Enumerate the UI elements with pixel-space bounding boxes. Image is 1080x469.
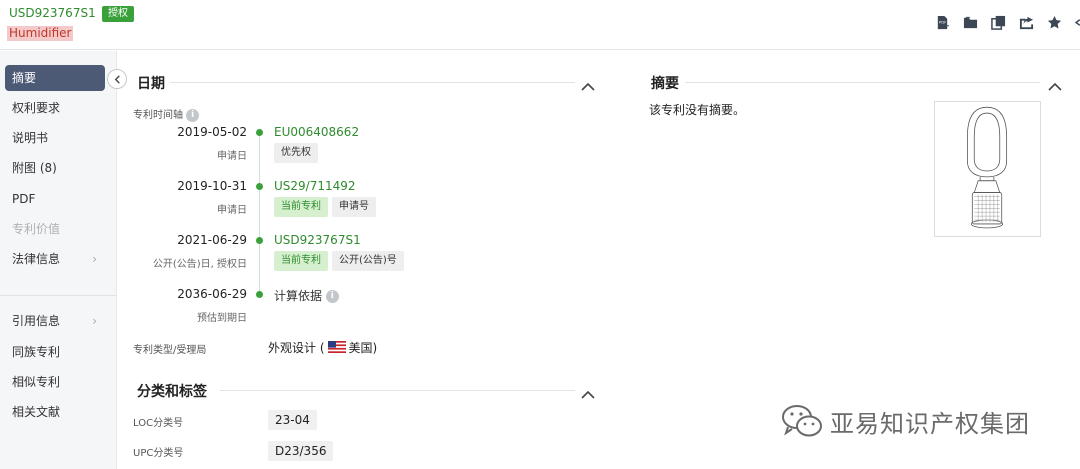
abstract-section-title: 摘要 xyxy=(651,76,679,92)
collapse-classification-icon[interactable] xyxy=(581,385,595,399)
sidebar-item-family[interactable]: 同族专利 xyxy=(5,339,105,365)
sidebar-item-label: 摘要 xyxy=(12,71,37,85)
sidebar-item-abstract[interactable]: 摘要 xyxy=(5,65,105,91)
sidebar-item-label: PDF xyxy=(12,192,36,206)
tag-current-patent: 当前专利 xyxy=(274,251,328,271)
timeline-date: 2021-06-29 xyxy=(177,233,247,247)
timeline-dot xyxy=(256,129,263,136)
toolbar: PDF xyxy=(934,14,1080,30)
sidebar-item-similar[interactable]: 相似专利 xyxy=(5,369,105,395)
sidebar-item-patent-value: 专利价值 xyxy=(5,216,105,242)
star-icon[interactable] xyxy=(1046,14,1062,30)
sidebar-divider xyxy=(0,295,116,296)
loc-label: LOC分类号 xyxy=(133,418,184,429)
sidebar-item-related-docs[interactable]: 相关文献 xyxy=(5,399,105,425)
dates-section-title: 日期 xyxy=(137,76,165,92)
sidebar-item-description[interactable]: 说明书 xyxy=(5,125,105,151)
loc-value[interactable]: 23-04 xyxy=(268,410,317,430)
sidebar-item-label: 专利价值 xyxy=(12,222,61,236)
timeline-line xyxy=(259,131,260,294)
patent-number[interactable]: USD923767S1 xyxy=(9,6,96,20)
watermark-text: 亚易知识产权集团 xyxy=(830,409,1030,438)
timeline-number[interactable]: US29/711492 xyxy=(274,179,356,193)
tag: 优先权 xyxy=(274,143,318,163)
section-divider xyxy=(685,82,1040,83)
timeline-number[interactable]: USD923767S1 xyxy=(274,233,361,247)
classification-section-title: 分类和标签 xyxy=(137,384,207,400)
tag-current-patent: 当前专利 xyxy=(274,197,328,217)
timeline-dot xyxy=(256,237,263,244)
collapse-abstract-icon[interactable] xyxy=(1048,77,1062,91)
wechat-logo-icon xyxy=(782,405,822,437)
sidebar-item-label: 同族专利 xyxy=(12,345,61,359)
timeline-dot xyxy=(256,291,263,298)
patent-detail-page: USD923767S1 授权 Humidifier PDF 摘要 权利要求 说明… xyxy=(0,0,1080,469)
patent-figure-thumbnail[interactable] xyxy=(934,101,1041,237)
type-value: 外观设计 (美国) xyxy=(268,341,378,355)
calc-basis-label: 计算依据 i xyxy=(274,287,339,304)
section-divider xyxy=(170,82,575,83)
timeline-desc: 申请日 xyxy=(217,205,247,216)
timeline-dot xyxy=(256,183,263,190)
copy-icon[interactable] xyxy=(990,14,1006,30)
chevron-left-icon xyxy=(114,74,120,84)
timeline-desc: 预估到期日 xyxy=(197,313,247,324)
info-icon[interactable]: i xyxy=(325,290,339,303)
sidebar-item-pdf[interactable]: PDF xyxy=(5,186,105,212)
timeline-date: 2036-06-29 xyxy=(177,287,247,301)
timeline-date: 2019-10-31 xyxy=(177,179,247,193)
collapse-dates-icon[interactable] xyxy=(581,77,595,91)
upc-label: UPC分类号 xyxy=(133,448,184,459)
timeline-date: 2019-05-02 xyxy=(177,125,247,139)
sidebar-item-label: 法律信息 xyxy=(12,252,61,266)
timeline-desc: 申请日 xyxy=(217,151,247,162)
sidebar-item-legal-info[interactable]: 法律信息 › xyxy=(5,246,105,272)
pdf-download-icon[interactable]: PDF xyxy=(934,14,950,30)
tag: 申请号 xyxy=(332,197,376,217)
section-divider xyxy=(220,390,575,391)
timeline-label: 专利时间轴 i xyxy=(133,106,200,122)
watermark: 亚易知识产权集团 xyxy=(780,401,1030,441)
sidebar-item-label: 相关文献 xyxy=(12,405,61,419)
collapse-sidebar-button[interactable] xyxy=(107,69,127,89)
patent-title: Humidifier xyxy=(7,26,74,41)
abstract-text: 该专利没有摘要。 xyxy=(649,103,746,117)
sidebar-item-drawings[interactable]: 附图 (8) xyxy=(5,155,105,181)
folder-icon[interactable] xyxy=(962,14,978,30)
timeline-desc: 公开(公告)日, 授权日 xyxy=(152,259,247,270)
header-bar: USD923767S1 授权 Humidifier PDF xyxy=(0,0,1080,50)
humidifier-drawing xyxy=(966,106,1008,229)
type-label: 专利类型/受理局 xyxy=(133,345,207,356)
sidebar-item-claims[interactable]: 权利要求 xyxy=(5,95,105,121)
sidebar-item-label: 引用信息 xyxy=(12,314,61,328)
sidebar-item-label: 相似专利 xyxy=(12,375,61,389)
sidebar-item-label: 权利要求 xyxy=(12,101,61,115)
sidebar-item-label: 说明书 xyxy=(12,131,49,145)
info-icon[interactable]: i xyxy=(186,108,200,122)
svg-text:PDF: PDF xyxy=(939,20,946,24)
status-badge: 授权 xyxy=(102,6,134,22)
share-icon[interactable] xyxy=(1018,14,1034,30)
sidebar-item-citations[interactable]: 引用信息 › xyxy=(5,308,105,334)
tag: 公开(公告)号 xyxy=(332,251,404,271)
us-flag-icon xyxy=(327,341,346,353)
upc-value[interactable]: D23/356 xyxy=(268,441,334,461)
sidebar-item-label: 附图 (8) xyxy=(12,161,57,175)
more-icon[interactable] xyxy=(1074,14,1080,30)
timeline-number[interactable]: EU006408662 xyxy=(274,125,359,139)
